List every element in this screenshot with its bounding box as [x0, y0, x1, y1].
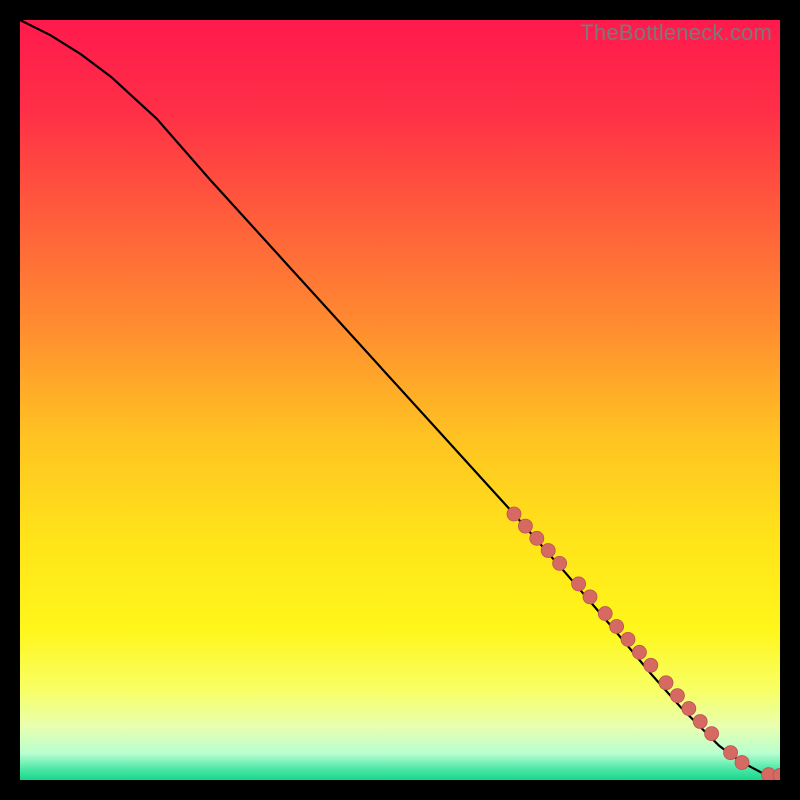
- data-marker: [644, 658, 658, 672]
- data-marker: [530, 531, 544, 545]
- chart-svg: [20, 20, 780, 780]
- data-marker: [598, 607, 612, 621]
- data-marker: [541, 543, 555, 557]
- data-marker: [572, 577, 586, 591]
- watermark-text: TheBottleneck.com: [580, 20, 772, 46]
- data-marker: [632, 645, 646, 659]
- chart-frame: TheBottleneck.com: [20, 20, 780, 780]
- data-marker: [693, 714, 707, 728]
- data-marker: [583, 590, 597, 604]
- data-marker: [621, 632, 635, 646]
- data-marker: [518, 519, 532, 533]
- data-marker: [705, 727, 719, 741]
- data-marker: [610, 619, 624, 633]
- data-marker: [735, 756, 749, 770]
- chart-background-gradient: [20, 20, 780, 780]
- data-marker: [507, 507, 521, 521]
- data-marker: [682, 702, 696, 716]
- data-marker: [724, 746, 738, 760]
- data-marker: [659, 676, 673, 690]
- data-marker: [670, 689, 684, 703]
- data-marker: [553, 556, 567, 570]
